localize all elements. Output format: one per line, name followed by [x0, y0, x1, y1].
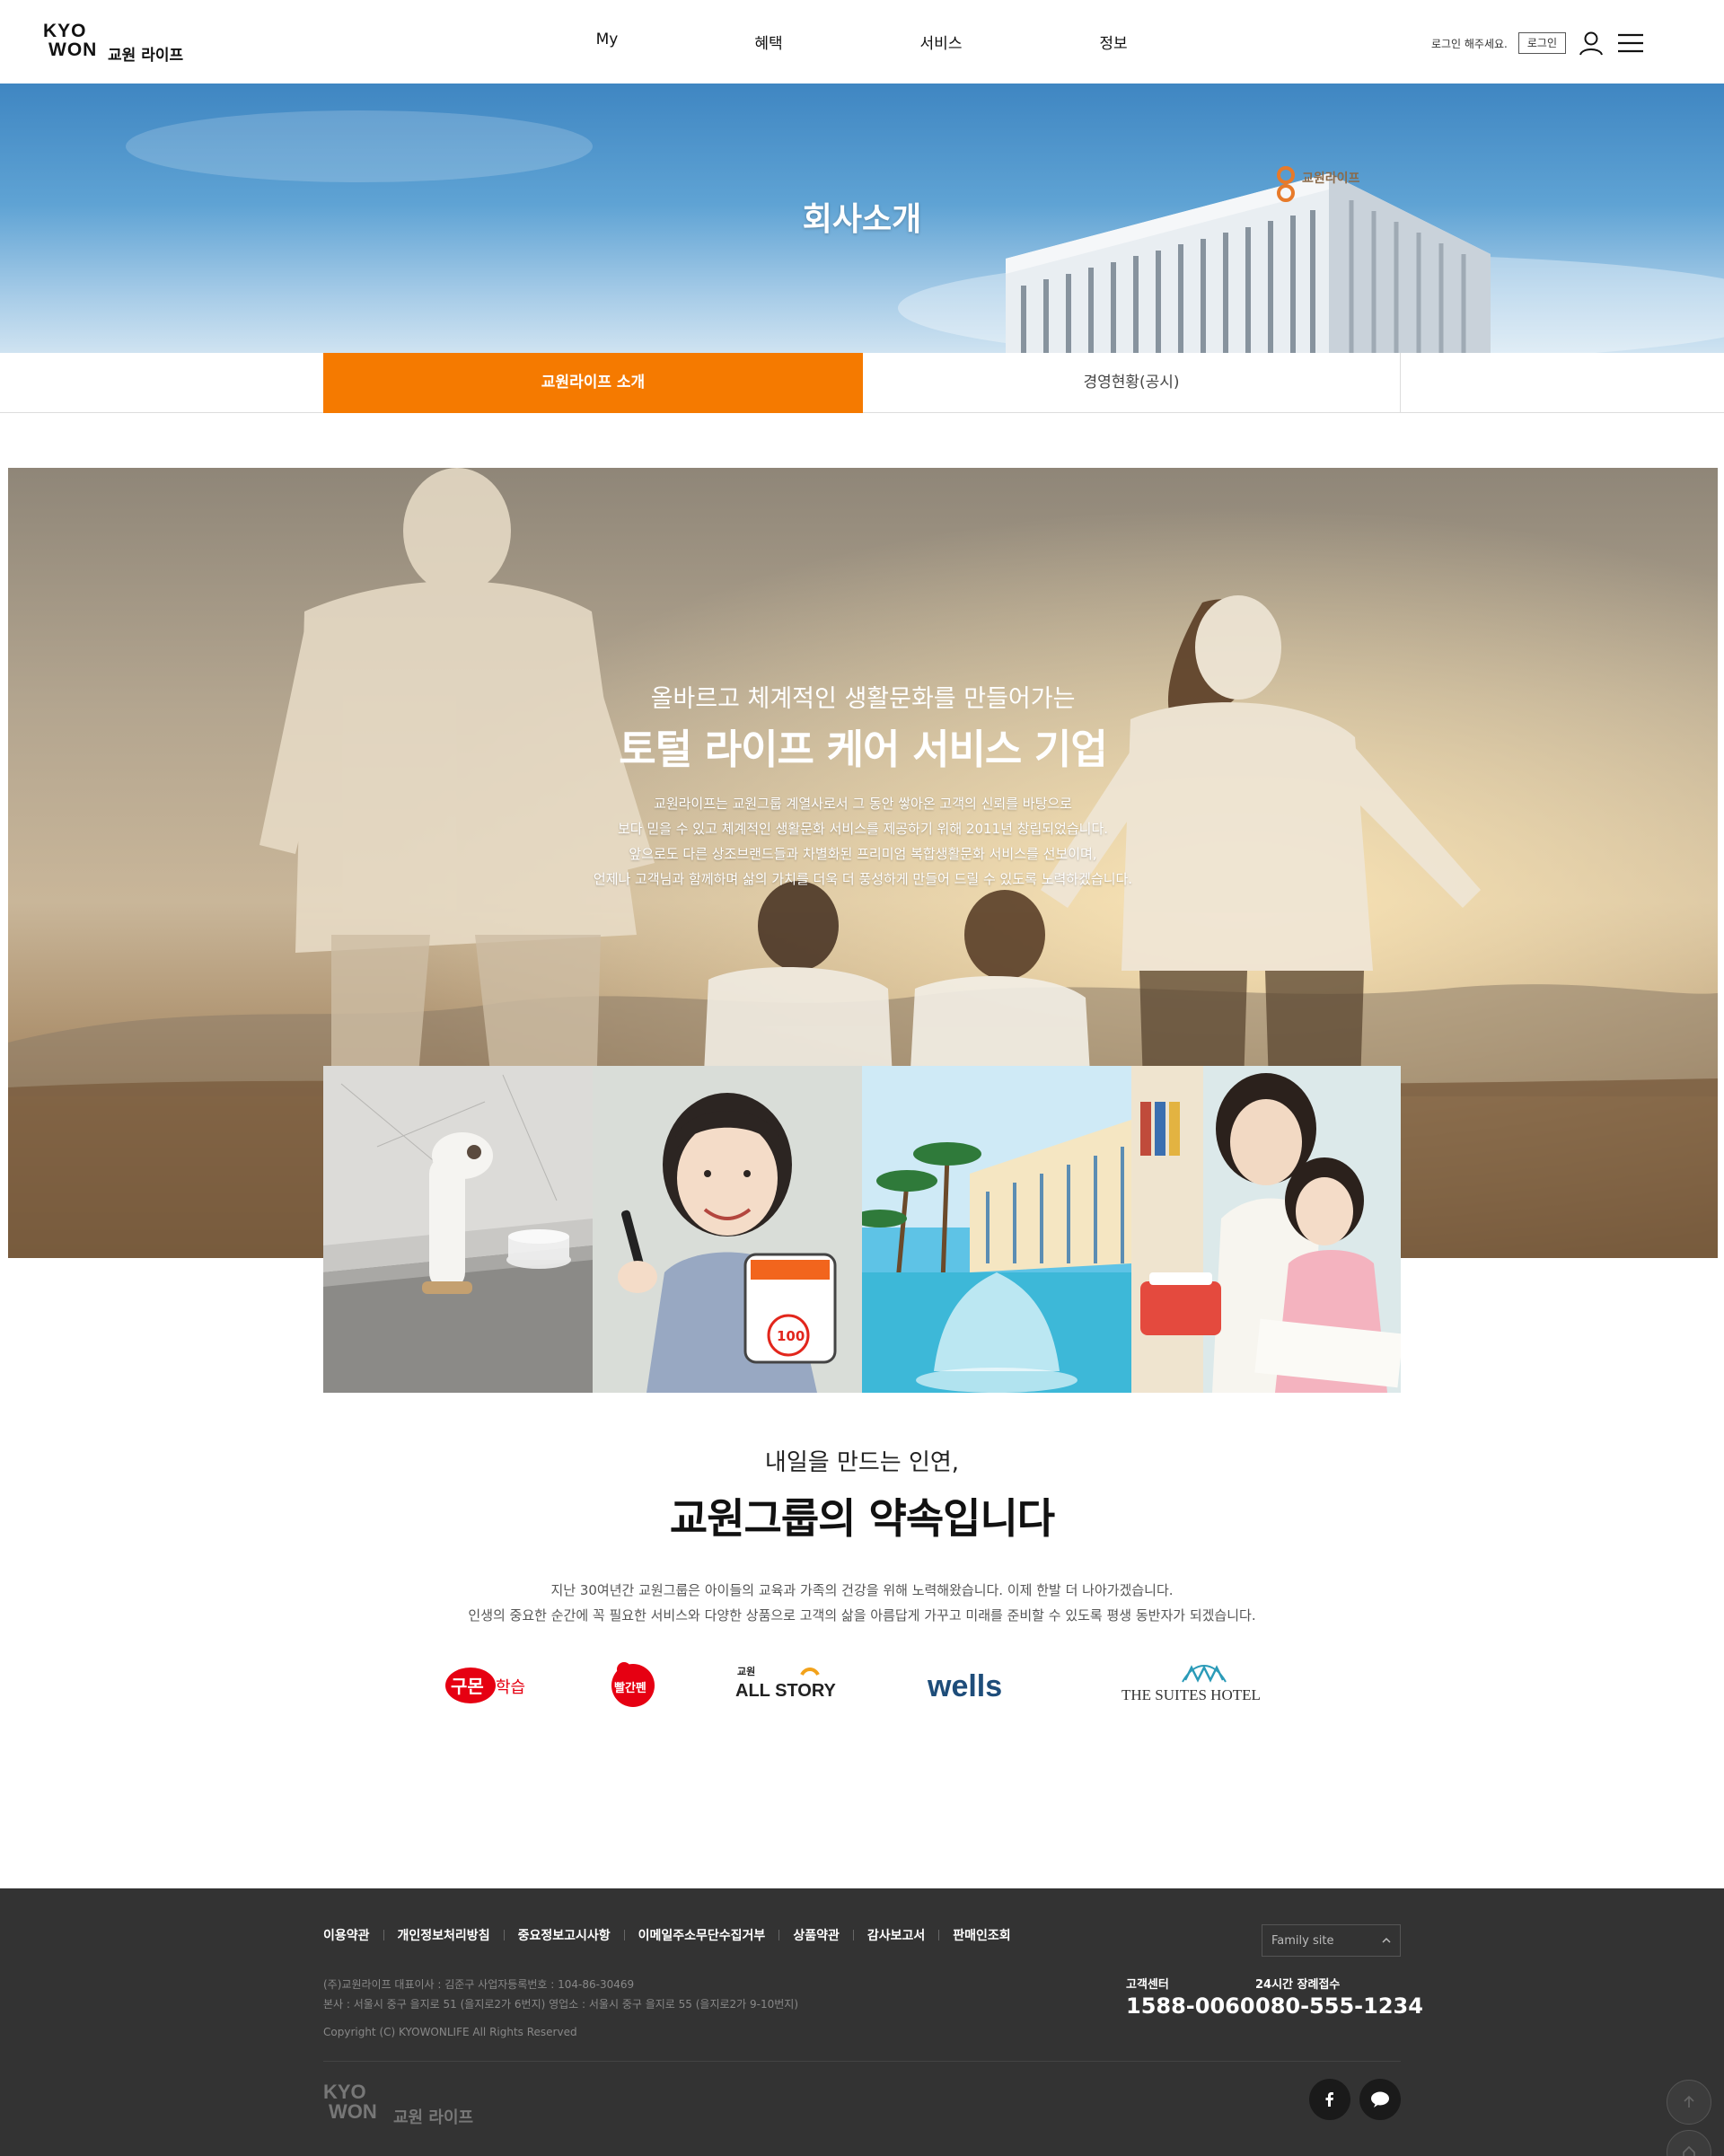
promise-subtitle: 내일을 만드는 인연, [764, 1449, 960, 1476]
funeral-hotline: 24시간 장례접수 080-555-1234 [1255, 1975, 1423, 2019]
wells-logo-text: wells [927, 1669, 1002, 1703]
scroll-top-button[interactable] [1667, 2080, 1711, 2125]
nav-info[interactable]: 정보 [1099, 31, 1127, 53]
page-title: 회사소개 [802, 201, 922, 238]
wells-logo[interactable]: wells [920, 1652, 1037, 1715]
nav-my[interactable]: My [596, 31, 619, 48]
kumon-logo-text: 구몬 [451, 1676, 484, 1697]
footer-separator [778, 1930, 780, 1940]
footer-separator [383, 1930, 384, 1940]
company-info-line: 본사 : 서울시 중구 을지로 51 (을지로2가 6번지) 영업소 : 서울시… [323, 1998, 799, 2011]
company-info-line: (주)교원라이프 대표이사 : 김준구 사업자등록번호 : 104-86-304… [323, 1978, 635, 1991]
hamburger-menu-icon[interactable] [1616, 29, 1645, 57]
intro-body-line: 앞으로도 다른 상조브랜드들과 차별화된 프리미엄 복합생활문화 서비스를 선보… [629, 846, 1097, 862]
footer-separator [938, 1930, 940, 1940]
footer-logo-line1: KYO [323, 2081, 366, 2103]
footer-link-product-terms[interactable]: 상품약관 [793, 1926, 840, 1944]
footer-divider [323, 2061, 1401, 2062]
login-message: 로그인 해주세요. [1430, 37, 1508, 50]
ppalgan-logo-text: 빨간펜 [614, 1681, 646, 1695]
brand-logos: 구몬 학습 빨간펜 교원 ALL STORY wells THE SUITES … [431, 1652, 1293, 1724]
group-promise: 내일을 만드는 인연, 교원그룹의 약속입니다 지난 30여년간 교원그룹은 아… [0, 1444, 1724, 1628]
building-sign: 교원라이프 [1302, 171, 1360, 186]
footer-link-notice[interactable]: 중요정보고시사항 [518, 1926, 611, 1944]
allstory-logo-top: 교원 [737, 1665, 755, 1677]
facebook-button[interactable] [1309, 2079, 1350, 2120]
customer-center-label: 고객센터 [1126, 1978, 1169, 1992]
chevron-up-icon [1382, 1937, 1391, 1943]
company-info: (주)교원라이프 대표이사 : 김준구 사업자등록번호 : 104-86-304… [323, 1975, 798, 2014]
mother-daughter-study-photo [1131, 1066, 1401, 1393]
kyowon-allstory-logo[interactable]: 교원 ALL STORY [732, 1652, 849, 1715]
nav-services[interactable]: 서비스 [920, 31, 963, 53]
arrow-up-icon [1684, 2095, 1694, 2108]
family-site-label: Family site [1271, 1933, 1334, 1948]
footer-separator [623, 1930, 625, 1940]
footer-logo-line2: WON [329, 2100, 377, 2123]
promise-body: 지난 30여년간 교원그룹은 아이들의 교육과 가족의 건강을 위해 노력해왔습… [0, 1578, 1724, 1628]
tab-company-intro[interactable]: 교원라이프 소개 [323, 353, 863, 413]
family-site-select[interactable]: Family site [1262, 1924, 1401, 1957]
footer-separator [503, 1930, 505, 1940]
footer-logo-text: 교원 라이프 [393, 2108, 474, 2127]
intro-title: 토털 라이프 케어 서비스 기업 [619, 726, 1107, 773]
customer-center-number[interactable]: 1588-0060 [1126, 1993, 1255, 2019]
suites-hotel-logo[interactable]: THE SUITES HOTEL [1109, 1652, 1289, 1715]
kumon-logo[interactable]: 구몬 학습 [440, 1652, 539, 1715]
site-footer: 이용약관 개인정보처리방침 중요정보고시사항 이메일주소무단수집거부 상품약관 … [0, 1888, 1724, 2156]
login-button[interactable]: 로그인 [1517, 32, 1566, 54]
kakao-talk-button[interactable] [1359, 2079, 1401, 2120]
footer-link-privacy[interactable]: 개인정보처리방침 [398, 1926, 490, 1944]
footer-links: 이용약관 개인정보처리방침 중요정보고시사항 이메일주소무단수집거부 상품약관 … [323, 1926, 1011, 1944]
intro-body-line: 언제나 고객님과 함께하며 삶의 가치를 더욱 더 풍성하게 만들어 드릴 수 … [593, 871, 1133, 887]
promise-title: 교원그룹의 약속입니다 [669, 1494, 1055, 1543]
hero-banner: 교원라이프 회사소개 [0, 84, 1724, 353]
sub-tabs: 교원라이프 소개 경영현황(공시) [0, 353, 1724, 413]
footer-separator [852, 1930, 854, 1940]
suites-logo-text: THE SUITES HOTEL [1121, 1686, 1261, 1703]
header-utility: 로그인 해주세요. 로그인 [1431, 30, 1645, 57]
allstory-logo-text: ALL STORY [735, 1681, 837, 1701]
intro-subtitle: 올바르고 체계적인 생활문화를 만들어가는 [650, 685, 1076, 713]
kumon-logo-subtext: 학습 [496, 1678, 525, 1697]
nav-benefits[interactable]: 혜택 [754, 31, 782, 53]
ppalgan-pen-logo[interactable]: 빨간펜 [606, 1652, 660, 1715]
talk-bubble-icon [1371, 2091, 1389, 2108]
user-icon[interactable] [1577, 29, 1605, 57]
intro-body-line: 보다 믿을 수 있고 체계적인 생활문화 서비스를 제공하기 위해 2011년 … [617, 821, 1109, 837]
copyright: Copyright (C) KYOWONLIFE All Rights Rese… [323, 2026, 577, 2038]
intro-body: 교원라이프는 교원그룹 계열사로서 그 동안 쌓아온 고객의 신뢰를 바탕으로 … [8, 791, 1718, 892]
tab-management-disclosure[interactable]: 경영현황(공시) [863, 353, 1401, 413]
resort-pool-photo [862, 1066, 1131, 1393]
footer-logo-mark: KYO WON [323, 2082, 377, 2122]
footer-link-email-refusal[interactable]: 이메일주소무단수집거부 [638, 1926, 766, 1944]
footer-link-audit-report[interactable]: 감사보고서 [867, 1926, 925, 1944]
footer-logo: KYO WON 교원 라이프 [323, 2082, 494, 2128]
footer-link-seller-lookup[interactable]: 판매인조회 [953, 1926, 1010, 1944]
funeral-hotline-number[interactable]: 080-555-1234 [1255, 1993, 1423, 2019]
funeral-hotline-label: 24시간 장례접수 [1255, 1978, 1341, 1992]
photo-grid: 100 [323, 1066, 1401, 1393]
footer-link-terms[interactable]: 이용약관 [323, 1926, 370, 1944]
facebook-icon [1325, 2092, 1333, 2107]
global-header: KYO WON 교원 라이프 My 혜택 서비스 정보 로그인 해주세요. 로그… [0, 0, 1724, 84]
promise-body-line: 지난 30여년간 교원그룹은 아이들의 교육과 가족의 건강을 위해 노력해왔습… [550, 1582, 1174, 1598]
home-icon [1683, 2145, 1695, 2156]
score-label: 100 [777, 1328, 805, 1344]
intro-body-line: 교원라이프는 교원그룹 계열사로서 그 동안 쌓아온 고객의 신뢰를 바탕으로 [654, 796, 1072, 812]
water-purifier-photo [323, 1066, 593, 1393]
promise-body-line: 인생의 중요한 순간에 꼭 필요한 서비스와 다양한 상품으로 고객의 삶을 아… [468, 1607, 1256, 1624]
customer-center: 고객센터 1588-0060 [1126, 1975, 1255, 2019]
student-tablet-photo: 100 [593, 1066, 862, 1393]
